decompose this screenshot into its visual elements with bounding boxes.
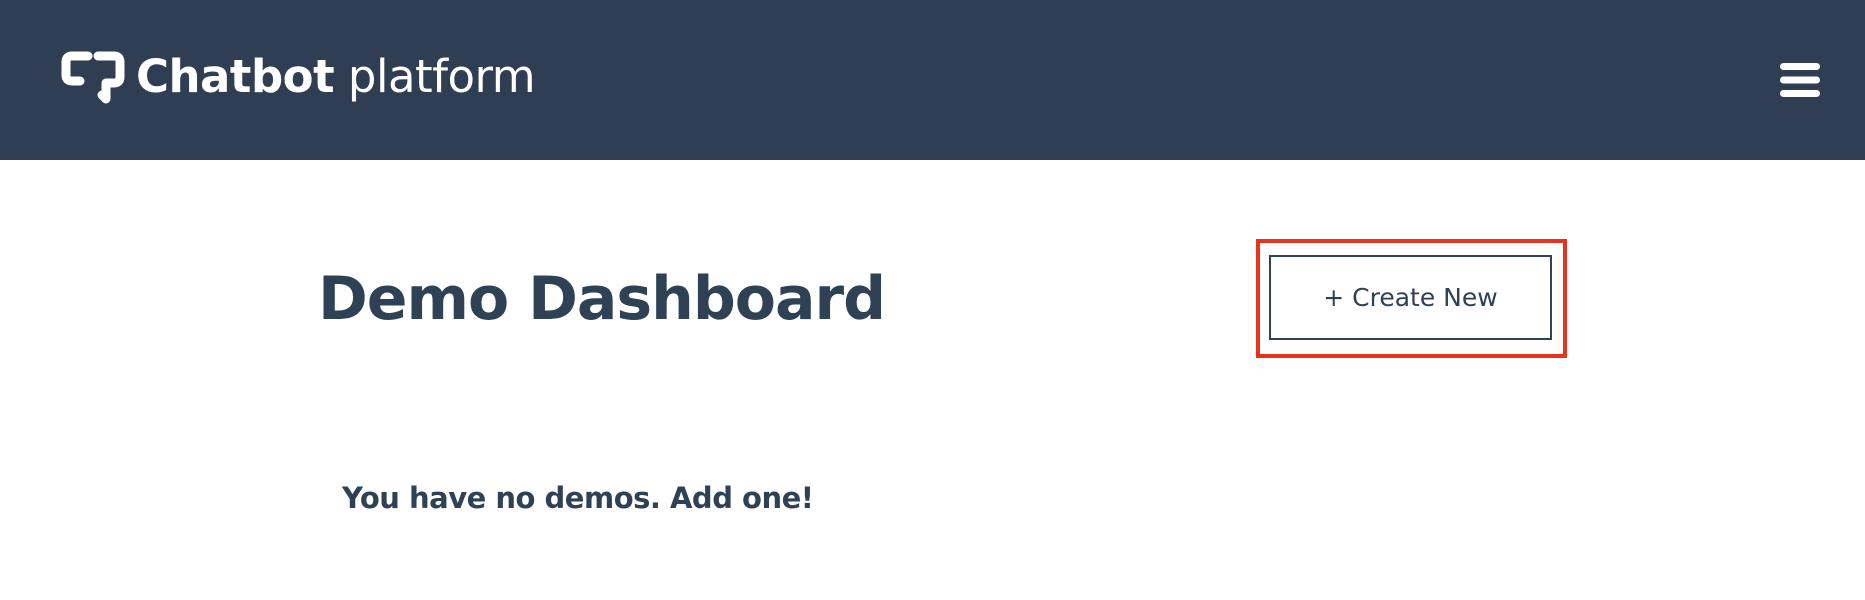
menu-button[interactable] [1778, 60, 1822, 100]
chat-bubble-logo-icon [61, 51, 125, 104]
top-navigation-bar: Chatbot platform [0, 0, 1865, 160]
brand-name-light: platform [347, 50, 536, 103]
brand-name-bold: Chatbot [136, 50, 335, 103]
page-title: Demo Dashboard [318, 264, 886, 334]
create-new-button[interactable]: + Create New [1269, 255, 1552, 340]
empty-state-message: You have no demos. Add one! [342, 481, 814, 515]
brand-name: Chatbot platform [136, 47, 536, 107]
brand[interactable]: Chatbot platform [60, 47, 536, 107]
hamburger-menu-icon [1780, 63, 1820, 97]
